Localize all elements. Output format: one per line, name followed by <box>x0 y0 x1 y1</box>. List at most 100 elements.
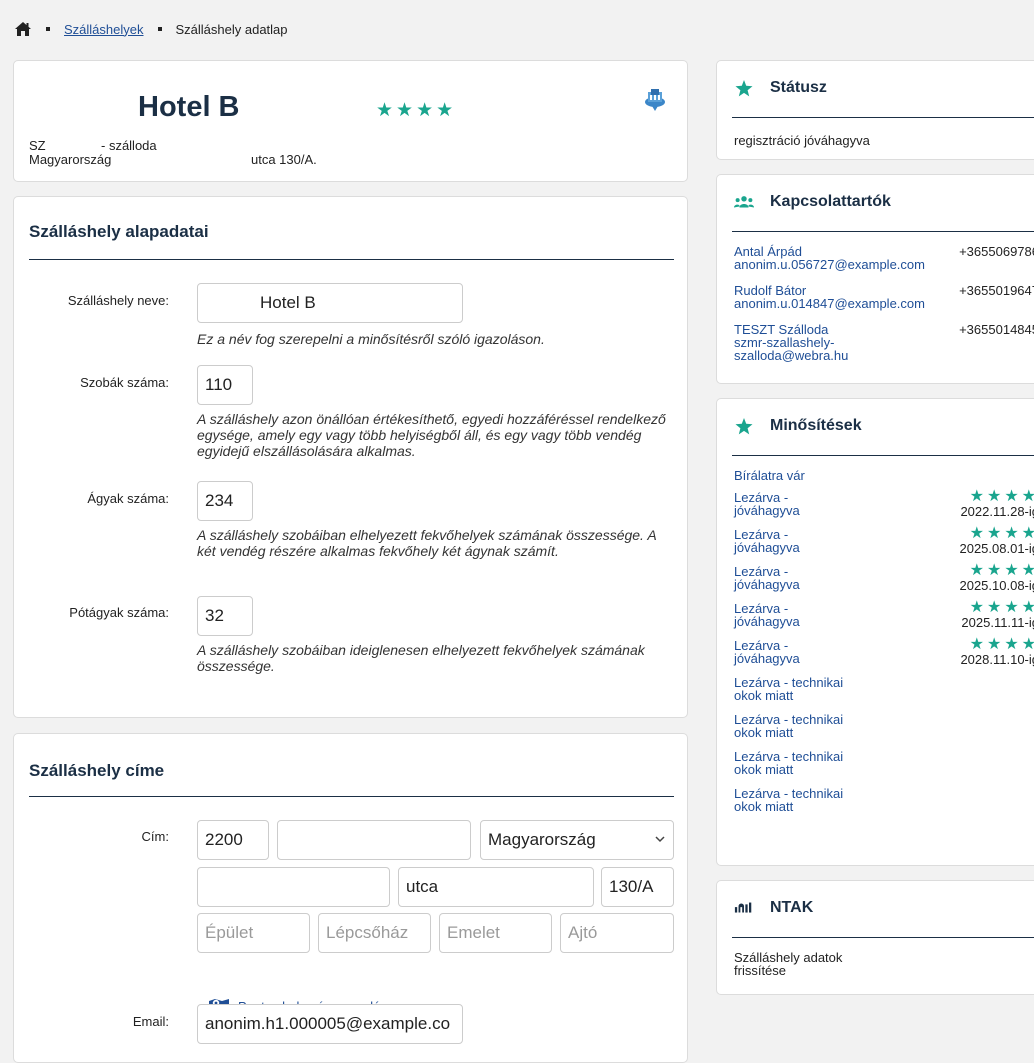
divider <box>29 259 674 260</box>
rating-item[interactable]: Lezárva - jóváhagyva ★★★★ 2028.11.10-ig <box>734 637 1034 667</box>
contact-phone: +3655019647 <box>959 283 1034 298</box>
section-title-address: Szálláshely címe <box>29 761 165 780</box>
beds-input[interactable]: 234 <box>197 481 253 521</box>
users-icon <box>734 195 754 209</box>
rating-status-link[interactable]: Lezárva - jóváhagyva <box>734 639 864 665</box>
address-card: Szálláshely címe Cím: 2200 Magyarország … <box>13 733 688 1063</box>
divider <box>732 117 1034 118</box>
zip-input[interactable]: 2200 <box>197 820 269 860</box>
rating-status-link[interactable]: Bírálatra vár <box>734 469 864 482</box>
contact-email[interactable]: szalloda@webra.hu <box>734 349 1034 362</box>
hotel-address-line: Magyarország utca 130/A. <box>29 152 317 167</box>
divider <box>732 937 1034 938</box>
street-name-input[interactable] <box>197 867 390 907</box>
hotel-name: Hotel B <box>138 91 240 123</box>
rating-status-line: jóváhagyva <box>734 651 800 666</box>
contact-email[interactable]: anonim.u.056727@example.com <box>734 258 1034 271</box>
rating-status-link[interactable]: Lezárva - technikai okok miatt <box>734 787 864 813</box>
hotel-type: - szálloda <box>101 138 157 153</box>
redaction-mask <box>258 87 378 127</box>
floor-input[interactable]: Emelet <box>439 913 552 953</box>
status-card: Státusz regisztráció jóváhagyva <box>716 60 1034 160</box>
divider <box>732 455 1034 456</box>
divider <box>732 231 1034 232</box>
rating-item[interactable]: Lezárva - technikai okok miatt <box>734 787 1034 813</box>
contacts-card: Kapcsolattartók Antal Árpád anonim.u.056… <box>716 174 1034 384</box>
chevron-down-icon <box>655 834 665 846</box>
ntak-refresh-text: Szálláshely adatok frissítése <box>734 951 864 977</box>
rating-stars: ★★★★ <box>969 488 1034 505</box>
divider <box>29 796 674 797</box>
country-select[interactable]: Magyarország <box>480 820 674 860</box>
beds-help-text: A szálláshely szobáiban elhelyezett fekv… <box>197 527 657 559</box>
rating-status-line: jóváhagyva <box>734 540 800 555</box>
house-number-input[interactable]: 130/A <box>601 867 674 907</box>
hotel-street: utca 130/A. <box>251 152 317 167</box>
ntak-header: NTAK <box>734 899 813 917</box>
email-label: Email: <box>132 1014 169 1029</box>
hotel-stars: ★★★★ <box>376 100 457 121</box>
country-select-value: Magyarország <box>488 830 596 849</box>
basic-data-card: Szálláshely alapadatai Szálláshely neve:… <box>13 196 688 718</box>
rating-stars: ★★★★ <box>969 599 1034 616</box>
rating-status-link[interactable]: Lezárva - jóváhagyva <box>734 565 864 591</box>
rating-status-link[interactable]: Lezárva - jóváhagyva <box>734 602 864 628</box>
rating-valid-until: 2022.11.28-ig <box>960 504 1034 519</box>
building-input[interactable]: Épület <box>197 913 310 953</box>
breadcrumb: Szálláshelyek Szálláshely adatlap <box>14 18 288 40</box>
rating-item[interactable]: Lezárva - jóváhagyva ★★★★ 2025.08.01-ig <box>734 526 1034 556</box>
name-label: Szálláshely neve: <box>67 293 169 308</box>
city-input[interactable] <box>277 820 471 860</box>
contact-item[interactable]: Rudolf Bátor anonim.u.014847@example.com… <box>734 284 1034 310</box>
rating-status-link[interactable]: Lezárva - technikai okok miatt <box>734 713 864 739</box>
contacts-header: Kapcsolattartók <box>734 193 891 211</box>
contact-email[interactable]: anonim.u.014847@example.com <box>734 297 1034 310</box>
contact-phone: +3655014845 <box>959 322 1034 337</box>
rating-valid-until: 2028.11.10-ig <box>960 652 1034 667</box>
breadcrumb-link-accommodations[interactable]: Szálláshelyek <box>64 22 144 37</box>
contact-item[interactable]: TESZT Szálloda szmr-szallashely- szallod… <box>734 323 1034 362</box>
street-type-input[interactable]: utca <box>398 867 594 907</box>
status-header: Státusz <box>734 79 827 97</box>
rating-details: ★★★★ 2028.11.10-ig <box>960 637 1034 667</box>
rating-item[interactable]: Lezárva - technikai okok miatt <box>734 750 1034 776</box>
breadcrumb-current: Szálláshely adatlap <box>175 21 288 37</box>
rating-item[interactable]: Lezárva - technikai okok miatt <box>734 713 1034 739</box>
rating-item[interactable]: Lezárva - jóváhagyva ★★★★ 2025.11.11-ig <box>734 600 1034 630</box>
home-icon[interactable] <box>14 21 32 37</box>
contact-item[interactable]: Antal Árpád anonim.u.056727@example.com … <box>734 245 1034 271</box>
rating-item[interactable]: Lezárva - jóváhagyva ★★★★ 2022.11.28-ig <box>734 488 1034 519</box>
rating-details: ★★★★ 2025.08.01-ig <box>959 526 1034 556</box>
email-input[interactable]: anonim.h1.000005@example.co <box>197 1004 463 1044</box>
extra-beds-input[interactable]: 32 <box>197 596 253 636</box>
rating-status-line: jóváhagyva <box>734 614 800 629</box>
rating-status-line: okok miatt <box>734 799 794 814</box>
breadcrumb-separator <box>46 27 50 31</box>
name-help-text: Ez a név fog szerepelni a minősítésről s… <box>197 331 545 347</box>
rating-item[interactable]: Lezárva - jóváhagyva ★★★★ 2025.10.08-ig <box>734 562 1034 593</box>
rating-status-link[interactable]: Lezárva - jóváhagyva <box>734 491 864 517</box>
accommodation-name-input[interactable]: Hotel B <box>197 283 463 323</box>
section-title-basic: Szálláshely alapadatai <box>29 222 209 241</box>
rating-status-line: okok miatt <box>734 762 794 777</box>
staircase-input[interactable]: Lépcsőház <box>318 913 431 953</box>
rating-status-link[interactable]: Lezárva - technikai okok miatt <box>734 750 864 776</box>
star-icon <box>734 79 754 97</box>
rating-valid-until: 2025.08.01-ig <box>959 541 1034 556</box>
rating-details: ★★★★ 2025.11.11-ig <box>961 600 1034 630</box>
address-label: Cím: <box>141 829 169 844</box>
star-icon <box>734 417 754 435</box>
rooms-label: Szobák száma: <box>80 375 169 390</box>
rating-status-link[interactable]: Lezárva - technikai okok miatt <box>734 676 864 702</box>
door-input[interactable]: Ajtó <box>560 913 674 953</box>
hotel-code: SZ <box>29 138 46 153</box>
rating-stars: ★★★★ <box>969 562 1034 579</box>
rating-stars: ★★★★ <box>969 525 1034 542</box>
ntak-title: NTAK <box>770 899 814 916</box>
rooms-input[interactable]: 110 <box>197 365 253 405</box>
rating-status-link[interactable]: Lezárva - jóváhagyva <box>734 528 864 554</box>
rating-item[interactable]: Lezárva - technikai okok miatt <box>734 676 1034 702</box>
rating-status-line: Bírálatra vár <box>734 468 805 483</box>
extra-beds-label: Pótágyak száma: <box>69 605 169 620</box>
rating-item[interactable]: Bírálatra vár <box>734 469 1034 482</box>
